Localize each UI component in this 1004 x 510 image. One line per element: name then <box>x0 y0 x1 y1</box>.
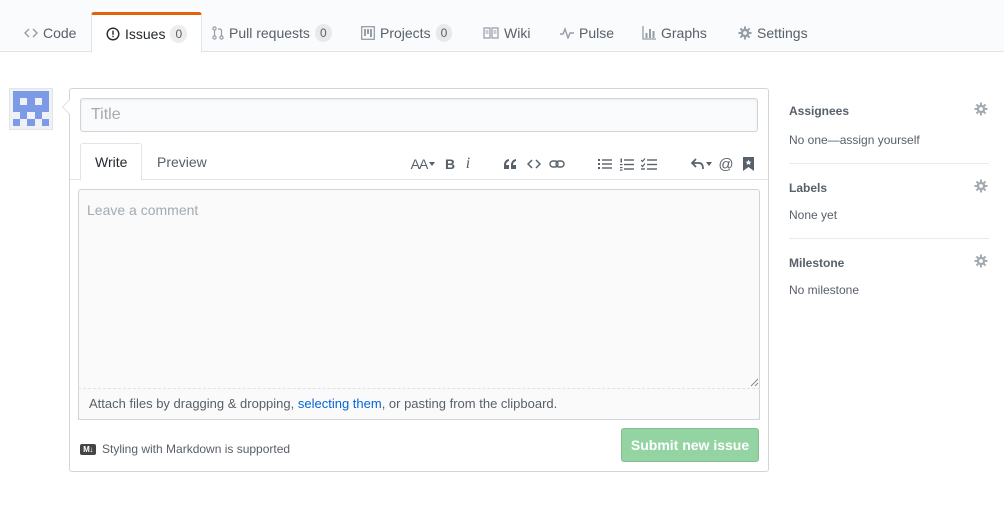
file-attach-bar[interactable]: Attach files by dragging & dropping, sel… <box>78 388 760 420</box>
new-issue-form: Write Preview AA B i <box>62 88 769 472</box>
assignees-title: Assignees <box>789 104 850 118</box>
graph-icon <box>642 25 656 40</box>
tab-pulse[interactable]: Pulse <box>546 12 628 53</box>
attach-text-before: Attach files by dragging & dropping, <box>89 396 298 411</box>
milestone-value: No milestone <box>789 283 860 297</box>
book-icon <box>483 26 499 39</box>
mention-icon: @ <box>718 155 734 173</box>
code-icon <box>24 26 38 40</box>
tab-settings[interactable]: Settings <box>724 12 822 53</box>
git-pull-request-icon <box>212 25 224 40</box>
tasklist-icon <box>641 157 657 170</box>
milestone-title: Milestone <box>789 256 845 270</box>
tab-label: Issues <box>125 25 166 42</box>
project-icon <box>361 25 375 40</box>
tab-graphs[interactable]: Graphs <box>628 12 721 53</box>
code-icon <box>527 159 541 169</box>
resize-grip-icon[interactable] <box>750 378 759 387</box>
bookmark-button[interactable] <box>737 153 759 175</box>
tab-label: Pull requests <box>229 24 310 41</box>
labels-title: Labels <box>789 181 828 195</box>
list-ordered-icon <box>620 158 634 171</box>
assignees-gear-icon[interactable] <box>974 102 988 121</box>
tab-label: Projects <box>380 24 431 41</box>
tab-label: Pulse <box>579 24 615 41</box>
bookmark-icon <box>742 157 754 171</box>
reply-button[interactable] <box>688 153 714 175</box>
projects-counter: 0 <box>435 23 453 42</box>
issue-opened-icon <box>106 26 120 41</box>
labels-gear-icon[interactable] <box>974 179 988 198</box>
identicon-icon <box>13 91 49 126</box>
tab-wiki[interactable]: Wiki <box>469 12 544 53</box>
list-unordered-icon <box>598 159 612 169</box>
tab-projects[interactable]: Projects 0 <box>347 12 466 53</box>
tab-issues[interactable]: Issues 0 <box>91 12 203 53</box>
editor-tabnav: Write Preview AA B i @ <box>70 141 768 181</box>
pull-requests-counter: 0 <box>314 23 332 42</box>
mention-button[interactable]: @ <box>715 153 737 175</box>
pulse-icon <box>560 26 574 39</box>
sidebar-milestone: Milestone No milestone <box>789 254 989 302</box>
tab-code[interactable]: Code <box>10 12 90 53</box>
markdown-icon: M↓ <box>80 443 96 455</box>
link-icon <box>549 160 565 168</box>
tab-label: Code <box>43 24 77 41</box>
markdown-note-text: Styling with Markdown is supported <box>102 442 291 456</box>
italic-icon: i <box>465 155 471 172</box>
quote-icon <box>504 159 516 169</box>
repo-nav: Code Issues 0 Pull requests 0 Projects 0… <box>0 0 1004 53</box>
tab-label: Settings <box>757 24 808 41</box>
attach-text-after: , or pasting from the clipboard. <box>381 396 558 411</box>
tab-write[interactable]: Write <box>80 143 143 181</box>
italic-button[interactable]: i <box>457 153 479 175</box>
sidebar-assignees: Assignees No one—assign yourself <box>789 102 989 164</box>
bold-icon: B <box>444 156 456 172</box>
comment-textarea[interactable] <box>78 189 760 420</box>
quote-button[interactable] <box>499 153 521 175</box>
tab-preview[interactable]: Preview <box>143 143 221 181</box>
markdown-help-link[interactable]: M↓ Styling with Markdown is supported <box>80 440 290 458</box>
gear-icon <box>738 26 752 40</box>
reply-icon <box>690 158 704 170</box>
unordered-list-button[interactable] <box>594 153 616 175</box>
tab-label: Wiki <box>504 24 531 41</box>
header-button[interactable]: AA <box>408 153 438 175</box>
labels-value: None yet <box>789 208 838 222</box>
caret-down-icon <box>429 162 436 166</box>
caret-down-icon <box>705 162 712 166</box>
tab-label: Graphs <box>661 24 707 41</box>
code-button[interactable] <box>523 153 545 175</box>
ordered-list-button[interactable] <box>616 153 638 175</box>
assign-yourself-link[interactable]: No one—assign yourself <box>789 133 920 147</box>
link-button[interactable] <box>546 153 568 175</box>
milestone-gear-icon[interactable] <box>974 254 988 273</box>
title-input[interactable] <box>80 98 758 132</box>
sidebar-labels: Labels None yet <box>789 179 989 239</box>
submit-new-issue-button[interactable]: Submit new issue <box>621 428 759 462</box>
text-size-icon: AA <box>410 156 429 172</box>
issues-counter: 0 <box>170 24 188 43</box>
task-list-button[interactable] <box>638 153 660 175</box>
select-files-link[interactable]: selecting them <box>298 396 382 411</box>
avatar[interactable] <box>9 88 53 130</box>
tab-pull-requests[interactable]: Pull requests 0 <box>198 12 346 53</box>
